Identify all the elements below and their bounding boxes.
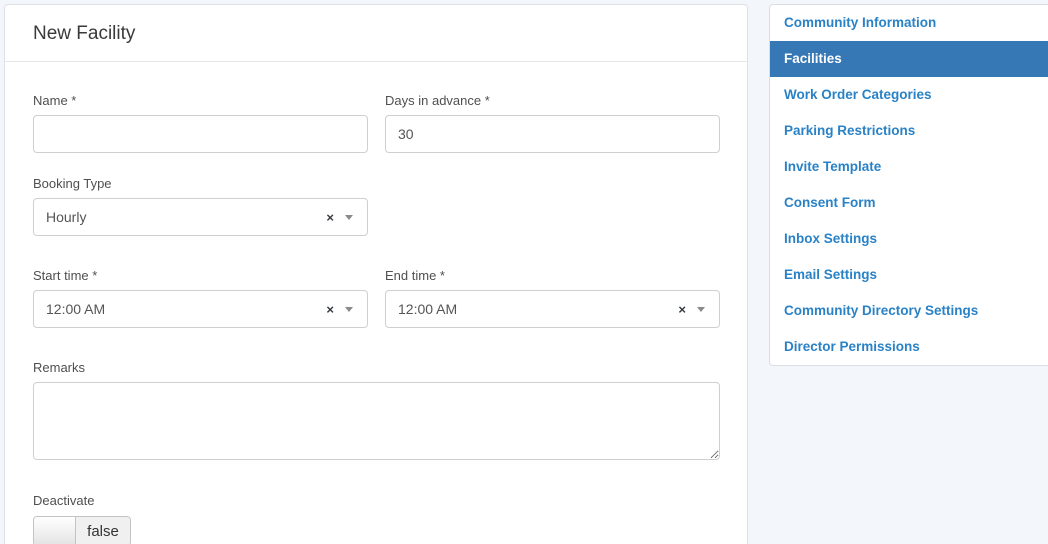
end-time-value: 12:00 AM	[398, 301, 458, 317]
clear-icon[interactable]: ×	[326, 303, 334, 316]
caret-down-icon[interactable]	[697, 306, 705, 312]
sidebar-item-invite-template[interactable]: Invite Template	[770, 149, 1048, 185]
days-in-advance-input[interactable]	[385, 115, 720, 153]
days-in-advance-label: Days in advance *	[385, 93, 490, 108]
sidebar-item-work-order-categories[interactable]: Work Order Categories	[770, 77, 1048, 113]
facility-form: Name * Days in advance * Booking Type Ho…	[5, 62, 747, 544]
start-time-label: Start time *	[33, 268, 98, 283]
end-time-field-group: End time * 12:00 AM ×	[385, 268, 720, 328]
sidebar-item-inbox-settings[interactable]: Inbox Settings	[770, 221, 1048, 257]
remarks-label: Remarks	[33, 360, 86, 375]
toggle-state-value: false	[76, 517, 130, 544]
booking-type-field-group: Booking Type Hourly ×	[33, 176, 368, 236]
sidebar-item-parking-restrictions[interactable]: Parking Restrictions	[770, 113, 1048, 149]
caret-down-icon[interactable]	[345, 306, 353, 312]
booking-type-select[interactable]: Hourly ×	[33, 198, 368, 236]
sidebar-menu: Community Information Facilities Work Or…	[770, 5, 1048, 365]
sidebar-item-facilities[interactable]: Facilities	[770, 41, 1048, 77]
sidebar-item-community-directory-settings[interactable]: Community Directory Settings	[770, 293, 1048, 329]
start-time-value: 12:00 AM	[46, 301, 106, 317]
booking-type-label: Booking Type	[33, 176, 112, 191]
name-field-group: Name *	[33, 93, 368, 153]
booking-type-value: Hourly	[46, 209, 87, 225]
caret-down-icon[interactable]	[345, 214, 353, 220]
end-time-select[interactable]: 12:00 AM ×	[385, 290, 720, 328]
start-time-field-group: Start time * 12:00 AM ×	[33, 268, 368, 328]
deactivate-toggle[interactable]: false	[33, 516, 131, 544]
sidebar-item-community-information[interactable]: Community Information	[770, 5, 1048, 41]
name-input[interactable]	[33, 115, 368, 153]
sidebar-item-director-permissions[interactable]: Director Permissions	[770, 329, 1048, 365]
sidebar-item-email-settings[interactable]: Email Settings	[770, 257, 1048, 293]
remarks-textarea[interactable]	[33, 382, 720, 460]
start-time-select[interactable]: 12:00 AM ×	[33, 290, 368, 328]
page: New Facility Name * Days in advance * Bo…	[0, 0, 1048, 544]
name-label: Name *	[33, 93, 77, 108]
sidebar-item-consent-form[interactable]: Consent Form	[770, 185, 1048, 221]
clear-icon[interactable]: ×	[678, 303, 686, 316]
panel-header: New Facility	[5, 5, 747, 62]
days-in-advance-field-group: Days in advance *	[385, 93, 720, 153]
toggle-handle[interactable]	[34, 517, 76, 544]
deactivate-field-group: Deactivate false	[33, 493, 719, 544]
page-title: New Facility	[33, 23, 136, 44]
settings-sidebar: Community Information Facilities Work Or…	[769, 4, 1048, 366]
remarks-field-group: Remarks	[33, 360, 720, 460]
clear-icon[interactable]: ×	[326, 211, 334, 224]
new-facility-panel: New Facility Name * Days in advance * Bo…	[4, 4, 748, 544]
end-time-label: End time *	[385, 268, 445, 283]
deactivate-label: Deactivate	[33, 493, 95, 508]
